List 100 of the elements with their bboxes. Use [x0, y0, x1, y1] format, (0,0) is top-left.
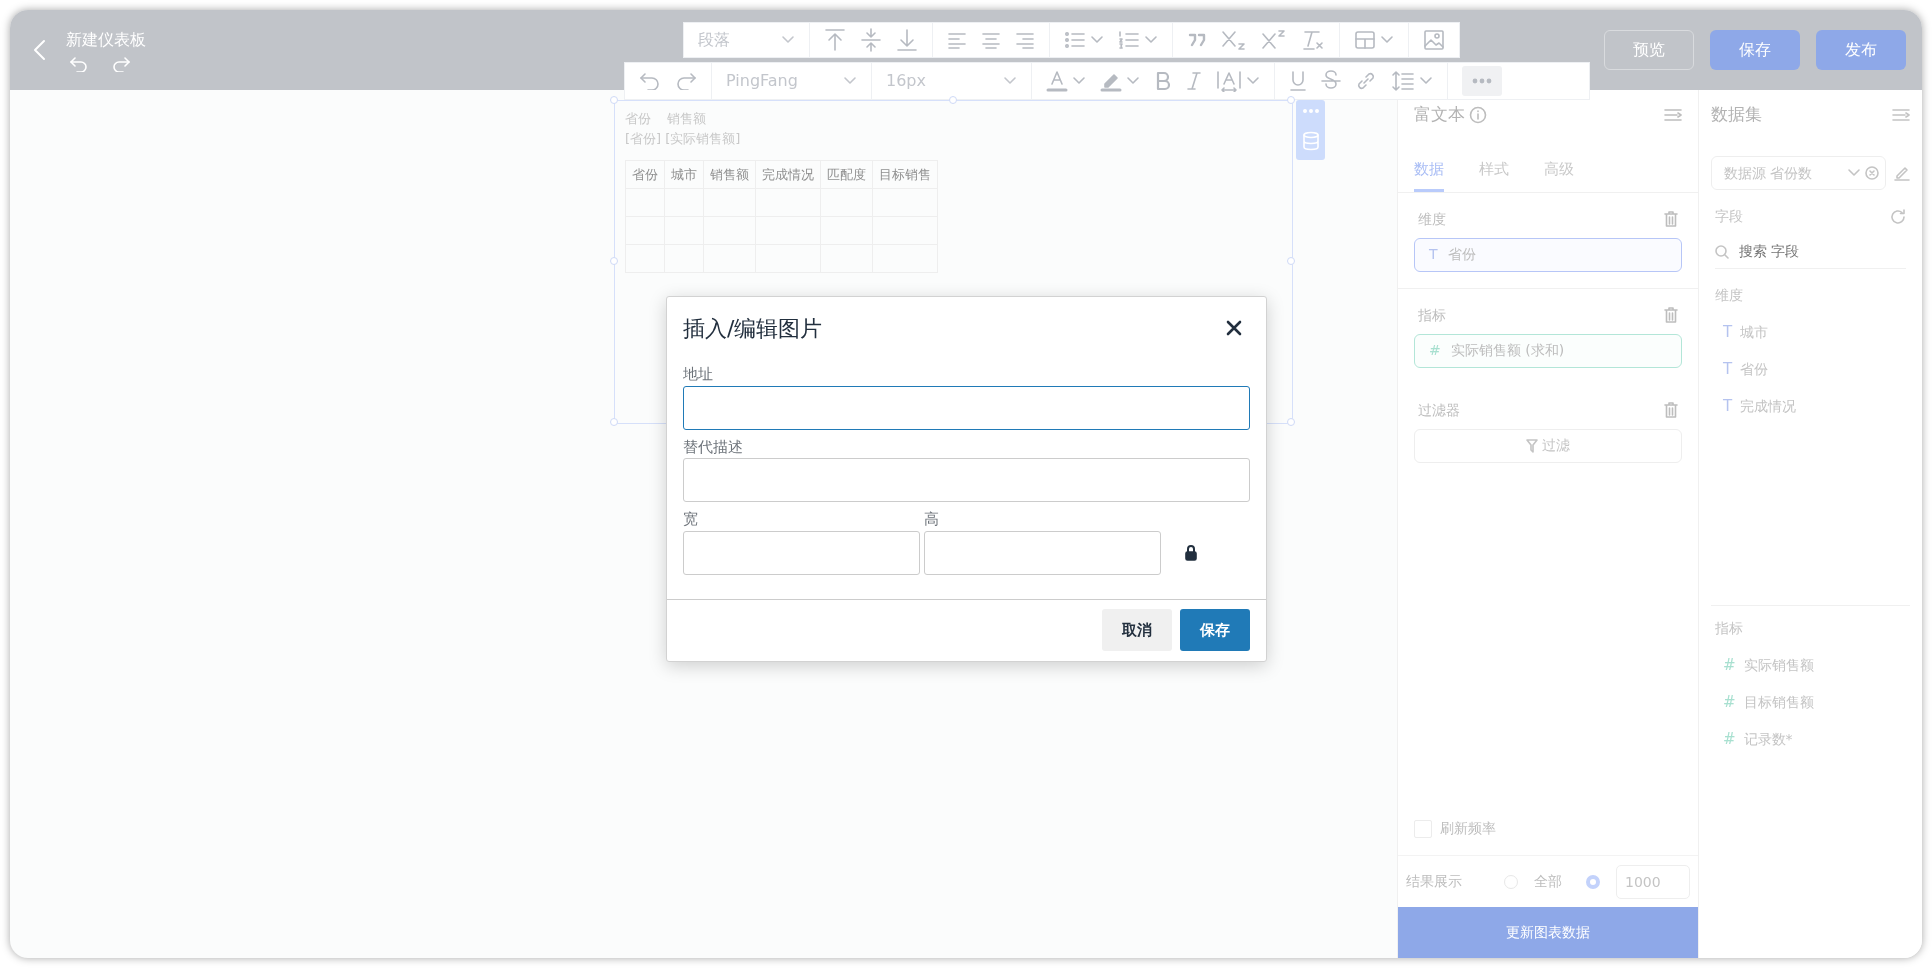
font-size-select[interactable]: 16px: [886, 69, 1017, 93]
strikethrough-icon[interactable]: [1321, 70, 1341, 92]
field-label: 高: [924, 509, 940, 530]
filter-button[interactable]: 过滤: [1414, 428, 1682, 463]
section-title: 过滤器: [1418, 400, 1460, 420]
redo-icon[interactable]: [112, 56, 130, 72]
link-icon[interactable]: [1355, 70, 1377, 92]
collapse-menu-icon[interactable]: [1664, 108, 1682, 122]
header-button[interactable]: 发布: [1816, 30, 1906, 70]
limit-input[interactable]: 1000: [1616, 864, 1690, 899]
more-button[interactable]: [1462, 66, 1502, 96]
font-size-button[interactable]: [1216, 70, 1260, 92]
italic-icon[interactable]: [1186, 71, 1202, 91]
font-family-select[interactable]: PingFang: [726, 69, 857, 93]
bullet-list-button[interactable]: [1064, 31, 1104, 49]
clear-icon[interactable]: [1865, 166, 1879, 180]
line-height-icon: [1391, 70, 1415, 92]
field-type-icon: #: [1429, 340, 1441, 361]
field-chip[interactable]: # 实际销售额 (求和): [1414, 333, 1682, 368]
dialog-button[interactable]: 取消: [1102, 609, 1172, 651]
field-label: 替代描述: [683, 436, 744, 458]
dialog-button[interactable]: 保存: [1180, 609, 1250, 651]
font-color-button[interactable]: [1046, 70, 1086, 92]
edit-icon[interactable]: [1894, 165, 1910, 181]
undo-icon[interactable]: [639, 72, 661, 90]
resize-handle[interactable]: [610, 257, 618, 265]
trash-icon[interactable]: [1664, 211, 1678, 227]
close-icon[interactable]: [1226, 320, 1242, 336]
table-header-cell: 目标销售: [872, 160, 938, 189]
subscript-icon[interactable]: [1221, 29, 1247, 51]
ellipsis-icon: [1472, 78, 1492, 84]
align-top-icon[interactable]: [824, 28, 846, 52]
bullet-list-icon: [1064, 31, 1086, 49]
trash-icon[interactable]: [1664, 307, 1678, 323]
resize-handle[interactable]: [610, 96, 618, 104]
datasource-select[interactable]: 数据源 省份数: [1711, 156, 1886, 190]
dataset-field[interactable]: # 目标销售额: [1715, 684, 1906, 721]
clear-format-icon[interactable]: [1301, 29, 1325, 51]
database-icon[interactable]: [1301, 131, 1320, 151]
image-icon[interactable]: [1423, 29, 1445, 51]
block-format-select[interactable]: 段落: [698, 28, 795, 52]
panel-title: 数据集: [1711, 103, 1762, 127]
section-title: 维度: [1418, 209, 1446, 229]
field-label: 宽: [683, 509, 699, 530]
panel-tab[interactable]: 数据: [1414, 148, 1444, 192]
dataset-field[interactable]: # 记录数*: [1715, 721, 1906, 758]
numbered-list-button[interactable]: [1118, 31, 1158, 49]
dashboard-title: 新建仪表板: [66, 29, 146, 51]
dataset-field[interactable]: T 省份: [1715, 351, 1906, 388]
collapse-menu-icon[interactable]: [1892, 108, 1910, 122]
header-button[interactable]: 预览: [1604, 30, 1694, 70]
text-input[interactable]: [683, 385, 1250, 430]
quote-icon[interactable]: [1187, 32, 1207, 48]
dataset-field[interactable]: # 实际销售额: [1715, 647, 1906, 684]
redo-icon[interactable]: [675, 72, 697, 90]
refresh-icon[interactable]: [1890, 208, 1906, 225]
resize-handle[interactable]: [1287, 418, 1295, 426]
line-height-button[interactable]: [1391, 70, 1433, 92]
resize-handle[interactable]: [1287, 96, 1295, 104]
panel-title: 富文本: [1414, 103, 1465, 127]
superscript-icon[interactable]: [1261, 29, 1287, 51]
underline-icon[interactable]: [1289, 70, 1307, 92]
font-size-icon: [1216, 70, 1242, 92]
dialog-title: 插入/编辑图片: [683, 314, 823, 343]
numbered-list-icon: [1118, 31, 1140, 49]
size-input[interactable]: [924, 530, 1161, 575]
align-left-icon[interactable]: [947, 31, 967, 49]
dataset-field[interactable]: T 城市: [1715, 314, 1906, 351]
fields-label: 字段: [1715, 207, 1743, 226]
align-middle-icon[interactable]: [860, 28, 882, 52]
header-button[interactable]: 保存: [1710, 30, 1800, 70]
result-label: 结果展示: [1406, 872, 1462, 891]
trash-icon[interactable]: [1664, 402, 1678, 418]
table-header-cell: 城市: [664, 160, 704, 189]
align-bottom-icon[interactable]: [896, 28, 918, 52]
resize-handle[interactable]: [610, 418, 618, 426]
resize-handle[interactable]: [948, 96, 957, 104]
undo-icon[interactable]: [70, 56, 88, 72]
align-right-icon[interactable]: [1015, 31, 1035, 49]
table-button[interactable]: [1354, 30, 1394, 50]
table-icon: [1354, 30, 1376, 50]
field-label: 地址: [683, 364, 714, 385]
resize-handle[interactable]: [1287, 257, 1295, 265]
section-title: 指标: [1418, 305, 1446, 325]
table-header-cell: 完成情况: [755, 160, 821, 189]
align-center-icon[interactable]: [981, 31, 1001, 49]
update-data-button[interactable]: 更新图表数据: [1398, 907, 1698, 958]
table-header-cell: 销售额: [703, 160, 756, 189]
info-icon[interactable]: [1469, 106, 1487, 124]
ellipsis-icon[interactable]: [1302, 109, 1319, 113]
size-input[interactable]: [683, 530, 920, 575]
search-icon: [1715, 244, 1729, 259]
font-color-icon: [1046, 70, 1068, 92]
field-chip[interactable]: T 省份: [1414, 237, 1682, 272]
text-input[interactable]: [683, 458, 1250, 502]
dataset-field[interactable]: T 完成情况: [1715, 388, 1906, 425]
radio-button[interactable]: [1586, 874, 1600, 889]
lock-icon[interactable]: [1185, 544, 1197, 561]
group-title: 维度: [1715, 286, 1744, 305]
bold-icon[interactable]: [1154, 71, 1172, 91]
